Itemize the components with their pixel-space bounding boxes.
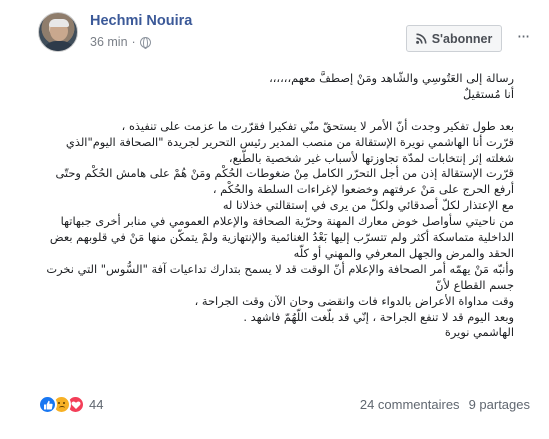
post-line: قرّرت الإستقالة إذن من أجل التحرّر الكام… bbox=[55, 166, 514, 197]
facebook-post: Hechmi Nouira 36 min · S'abonner ··· رسا… bbox=[0, 0, 549, 439]
comments-link[interactable]: 24 commentaires bbox=[360, 397, 460, 412]
reactions-summary[interactable]: 44 bbox=[38, 395, 103, 414]
follow-button[interactable]: S'abonner bbox=[406, 25, 502, 52]
post-meta: 36 min · bbox=[90, 35, 151, 49]
post-line: بعد طول تفكير وجدت أنّ الأمر لا يستحقّ م… bbox=[121, 118, 514, 133]
shares-link[interactable]: 9 partages bbox=[469, 397, 530, 412]
author-name[interactable]: Hechmi Nouira bbox=[90, 13, 192, 29]
avatar-hair-shape bbox=[49, 19, 69, 27]
post-line: قرّرت أنا الهاشمي نويرة الإستقالة من منص… bbox=[65, 134, 514, 165]
post-line: أنا مُستقيلٌ bbox=[463, 86, 514, 101]
post-body: رسالة إلى العَتُوسِي والشّاهد ومَنْ إصطف… bbox=[38, 71, 514, 341]
avatar-body-shape bbox=[42, 41, 76, 51]
more-options-icon[interactable]: ··· bbox=[513, 27, 533, 47]
post-line: رسالة إلى العَتُوسِي والشّاهد ومَنْ إصطف… bbox=[269, 71, 514, 85]
post-footer: 44 24 commentaires 9 partages bbox=[38, 393, 530, 419]
post-line: وبعد اليوم قد لا تنفع الجراحة ، إنّي قد … bbox=[243, 309, 514, 324]
rss-icon bbox=[415, 33, 427, 44]
follow-label: S'abonner bbox=[431, 31, 493, 46]
reaction-count: 44 bbox=[89, 397, 104, 412]
post-line: وأنبّه مَنْ يهمّه أمر الصحافة والإعلام أ… bbox=[46, 261, 514, 292]
post-line: وقت مداواة الأعراض بالدواء فات وانقضى وح… bbox=[194, 293, 514, 308]
meta-separator: · bbox=[131, 35, 136, 49]
post-line: من ناحيتي سأواصل خوض معارك المهنة وحرّية… bbox=[49, 214, 514, 260]
post-header: Hechmi Nouira 36 min · S'abonner ··· bbox=[38, 12, 543, 60]
like-icon bbox=[38, 395, 57, 414]
globe-icon bbox=[139, 36, 151, 49]
avatar[interactable] bbox=[38, 12, 78, 52]
post-line: مع الإعتذار لكلّ أصدقائي ولكلّ من يرى في… bbox=[222, 198, 514, 213]
post-stats: 24 commentaires 9 partages bbox=[360, 397, 530, 412]
post-time[interactable]: 36 min bbox=[90, 35, 128, 49]
post-signature: الهاشمي نويرة bbox=[444, 325, 514, 340]
